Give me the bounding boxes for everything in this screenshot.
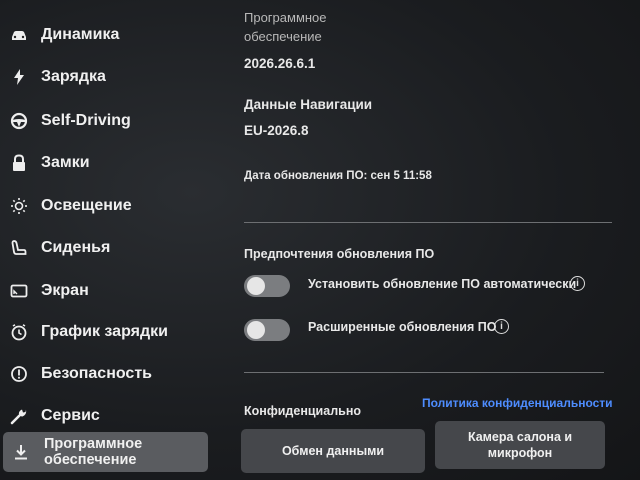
sidebar-item-label: Зарядка [41,68,106,85]
warning-icon [10,365,28,383]
sidebar-item-self-driving[interactable]: Self-Driving [0,102,215,140]
cabin-camera-button[interactable]: Камера салона и микрофон [435,421,605,469]
sidebar-item-software[interactable]: Программное обеспечение [0,432,215,472]
sidebar-item-label: График зарядки [41,323,168,340]
nav-data-version: EU-2026.8 [244,123,309,138]
data-sharing-button[interactable]: Обмен данными [241,429,425,473]
sidebar-item-label: Безопасность [41,365,152,382]
software-section-label: Программное обеспечение [244,10,327,44]
wrench-icon [10,407,28,425]
software-panel: Программное обеспечение 2026.26.6.1 Данн… [215,0,640,480]
sidebar-item-label: Программное обеспечение [44,436,143,468]
lightning-icon [10,68,28,86]
sidebar-item-safety[interactable]: Безопасность [0,355,215,393]
sidebar-item-label: Замки [41,154,90,171]
update-prefs-title: Предпочтения обновления ПО [244,247,435,261]
sidebar-item-display[interactable]: Экран [0,272,215,310]
update-date: Дата обновления ПО: сен 5 11:58 [244,170,432,182]
sidebar-item-locks[interactable]: Замки [0,144,215,182]
sidebar-item-label: Сервис [41,407,100,424]
auto-update-toggle[interactable] [244,275,290,297]
steering-wheel-icon [10,112,28,130]
advanced-update-label: Расширенные обновления ПО [308,320,497,334]
toggle-knob [247,321,265,339]
sidebar-item-dynamics[interactable]: Динамика [0,16,215,54]
car-icon [10,26,28,44]
lock-icon [10,154,28,172]
advanced-update-toggle[interactable] [244,319,290,341]
sidebar-item-label: Сиденья [41,239,111,256]
sidebar-item-charging[interactable]: Зарядка [0,58,215,96]
seat-icon [10,239,28,257]
screen: Динамика Зарядка Self-Driving Замки Осве… [0,0,640,480]
clock-icon [10,323,28,341]
sidebar-item-lighting[interactable]: Освещение [0,187,215,225]
sidebar-item-label: Динамика [41,26,120,43]
download-icon [12,443,30,461]
sidebar-item-label: Освещение [41,197,132,214]
sun-icon [10,197,28,215]
sidebar-item-service[interactable]: Сервис [0,397,215,435]
sidebar-item-charge-schedule[interactable]: График зарядки [0,313,215,351]
auto-update-label: Установить обновление ПО автоматически [308,277,577,291]
privacy-policy-link[interactable]: Политика конфиденциальности [422,396,613,410]
info-icon[interactable]: i [494,319,509,334]
sidebar-item-seats[interactable]: Сиденья [0,229,215,267]
divider [244,372,604,373]
nav-data-label: Данные Навигации [244,97,373,112]
software-version: 2026.26.6.1 [244,56,316,71]
sidebar-item-label: Self-Driving [41,112,131,129]
toggle-knob [247,277,265,295]
settings-sidebar: Динамика Зарядка Self-Driving Замки Осве… [0,0,215,480]
privacy-title: Конфиденциально [244,404,362,418]
sidebar-item-label: Экран [41,282,89,299]
display-icon [10,282,28,300]
info-icon[interactable]: i [570,276,585,291]
divider [244,222,612,223]
